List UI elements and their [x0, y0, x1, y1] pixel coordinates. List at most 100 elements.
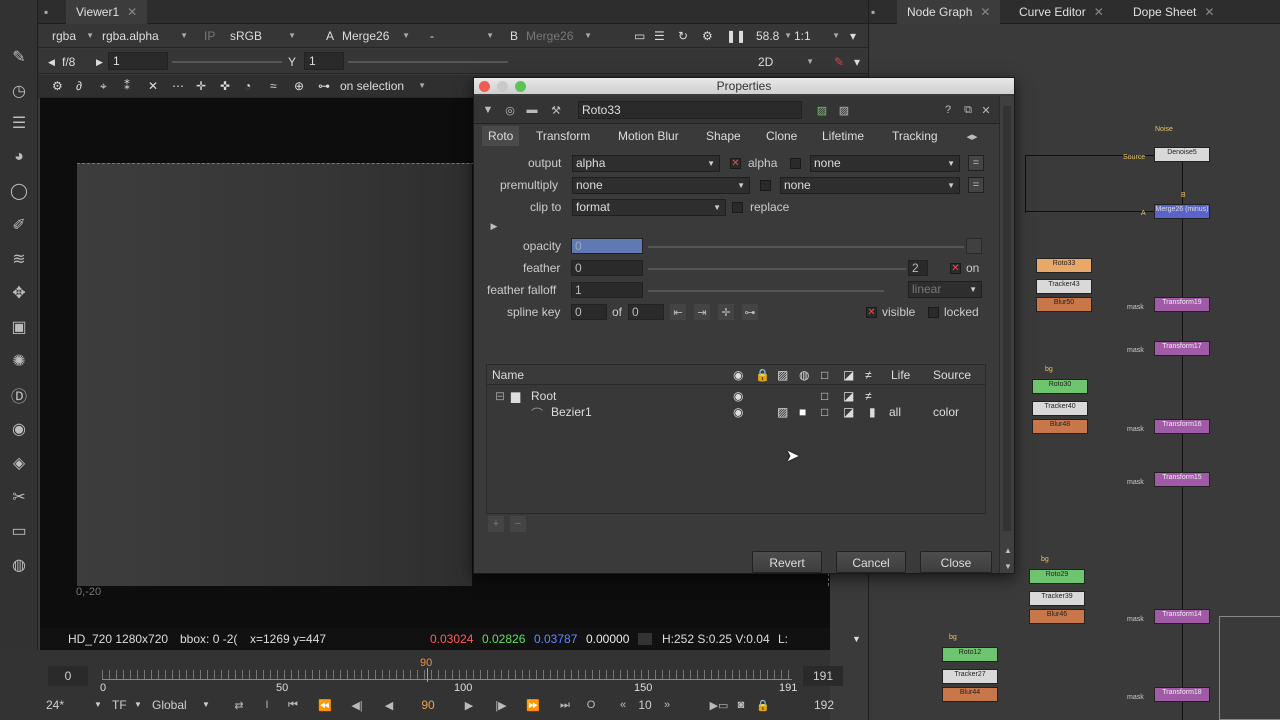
- smooth-icon[interactable]: ⋯: [172, 76, 188, 96]
- node-graph-minimap[interactable]: [1219, 616, 1280, 720]
- invert-icon[interactable]: ▨: [836, 102, 852, 118]
- opacity-field[interactable]: 0: [571, 238, 643, 254]
- overlay-icon[interactable]: □: [821, 389, 828, 403]
- views-icon[interactable]: ◉: [6, 416, 32, 442]
- node-transform16[interactable]: Transform16: [1154, 419, 1210, 434]
- out-point[interactable]: 191: [803, 666, 843, 686]
- remove-point-icon[interactable]: ✜: [220, 76, 236, 96]
- node-tracker39[interactable]: Tracker39: [1029, 591, 1085, 606]
- motionblur-icon[interactable]: ▮: [869, 405, 876, 419]
- paint-brush-icon[interactable]: ✎: [834, 52, 848, 72]
- color-swatch-icon[interactable]: ■: [799, 405, 806, 419]
- toolsets-icon[interactable]: ✂: [6, 484, 32, 510]
- global-dropdown[interactable]: Global ▼: [152, 695, 212, 715]
- close-panel-icon[interactable]: ✕: [978, 102, 994, 118]
- feather-slider[interactable]: [648, 268, 906, 270]
- gain-input[interactable]: 1: [108, 52, 168, 70]
- list-item-bezier1[interactable]: ⌒ Bezier1 ◉ ▨ ■ □ ◪ ▮ all color: [487, 405, 985, 421]
- node-transform15[interactable]: Transform15: [1154, 472, 1210, 487]
- opacity-slider[interactable]: [648, 246, 964, 248]
- metadata-icon[interactable]: ◈: [6, 450, 32, 476]
- zoom-dropdown[interactable]: 1:1 ▼: [794, 26, 844, 46]
- clip-to-dropdown[interactable]: format ▼: [572, 199, 726, 216]
- center-icon[interactable]: ◎: [502, 102, 518, 118]
- cusp-icon[interactable]: ✕: [148, 76, 164, 96]
- clock-icon[interactable]: ◷: [6, 78, 32, 104]
- alpha-dropdown[interactable]: rgba.alpha ▼: [102, 26, 192, 46]
- node-transform18[interactable]: Transform18: [1154, 687, 1210, 702]
- play-forward-icon[interactable]: ▶: [458, 695, 480, 715]
- next-key-icon[interactable]: ⏩: [522, 695, 544, 715]
- visible-icon[interactable]: ◉: [733, 405, 743, 419]
- node-transform19[interactable]: Transform19: [1154, 297, 1210, 312]
- tf-dropdown[interactable]: TF ▼: [112, 695, 146, 715]
- gamma-input[interactable]: 1: [304, 52, 344, 70]
- b-input-dropdown[interactable]: Merge26 ▼: [526, 26, 596, 46]
- close-icon[interactable]: ✕: [1094, 5, 1104, 19]
- 3d-icon[interactable]: ▣: [6, 314, 32, 340]
- end-frame-field[interactable]: 192: [804, 695, 844, 715]
- node-transform14[interactable]: Transform14: [1154, 609, 1210, 624]
- collapse-icon[interactable]: ▼: [480, 102, 496, 118]
- window-titlebar[interactable]: Properties: [474, 78, 1014, 94]
- close-window-icon[interactable]: [479, 81, 490, 92]
- falloff-mode-dropdown[interactable]: linear ▼: [908, 281, 982, 298]
- viewer-options-icon[interactable]: ▾: [854, 52, 866, 72]
- color-icon[interactable]: ▨: [814, 102, 830, 118]
- list-item-root[interactable]: ⊟ ▆ Root ◉ □ ◪ ≠: [487, 389, 985, 405]
- tab-motion-blur[interactable]: Motion Blur: [612, 126, 685, 146]
- add-key-icon[interactable]: ✛: [718, 304, 734, 320]
- node-name-field[interactable]: Roto33: [578, 101, 802, 119]
- play-backward-icon[interactable]: ◀: [378, 695, 400, 715]
- lock-icon[interactable]: ⌖: [100, 76, 116, 96]
- node-roto12[interactable]: Roto12: [942, 647, 998, 662]
- output-channel-dropdown[interactable]: none ▼: [810, 155, 960, 172]
- visible-icon[interactable]: ◉: [733, 389, 743, 403]
- next-frame-icon[interactable]: |▶: [490, 695, 512, 715]
- node-blur44[interactable]: Blur44: [942, 687, 998, 702]
- premultiply-dropdown[interactable]: none ▼: [572, 177, 750, 194]
- keyer-icon[interactable]: ✐: [6, 212, 32, 238]
- prev-fstop-icon[interactable]: ◀: [48, 52, 58, 72]
- fps-dropdown[interactable]: 24* ▼: [46, 695, 106, 715]
- float-icon[interactable]: ⧉: [960, 102, 976, 118]
- step-forward-icon[interactable]: »: [656, 695, 678, 715]
- gamma-slider[interactable]: [348, 61, 508, 63]
- close-icon[interactable]: ✕: [1204, 5, 1214, 19]
- vertical-scrollbar[interactable]: ▲ ▼: [999, 96, 1014, 573]
- close-icon[interactable]: ✕: [980, 5, 990, 19]
- tab-roto[interactable]: Roto: [482, 126, 520, 146]
- opacity-anim-icon[interactable]: [966, 238, 982, 254]
- visible-checkbox[interactable]: ✕: [866, 307, 877, 318]
- delete-key-icon[interactable]: ⊶: [742, 304, 758, 320]
- next-key-icon[interactable]: ⇥: [694, 304, 710, 320]
- invert-icon[interactable]: ▨: [777, 405, 788, 419]
- link-button-icon[interactable]: =: [968, 177, 984, 193]
- lock-range-icon[interactable]: 🔒: [752, 695, 774, 715]
- node-blur48[interactable]: Blur48: [1032, 419, 1088, 434]
- close-icon[interactable]: ✕: [127, 5, 137, 19]
- premult-channel-dropdown[interactable]: none ▼: [780, 177, 960, 194]
- in-point[interactable]: 0: [48, 666, 88, 686]
- node-blur46[interactable]: Blur46: [1029, 609, 1085, 624]
- panel-menu-icon[interactable]: ▪: [44, 0, 60, 24]
- record-icon[interactable]: ◙: [730, 695, 752, 715]
- collapse-tree-icon[interactable]: ⊟: [495, 389, 505, 403]
- flipbook-icon[interactable]: ▶▭: [708, 695, 730, 715]
- feather-field[interactable]: 0: [571, 260, 643, 276]
- add-shape-icon[interactable]: +: [488, 516, 504, 532]
- refresh-icon[interactable]: ↻: [678, 26, 694, 46]
- channel-checkbox[interactable]: [790, 158, 801, 169]
- gain-display[interactable]: 58.8 ▼: [756, 26, 796, 46]
- feather-falloff-field[interactable]: 1: [571, 282, 643, 298]
- on-selection-dropdown[interactable]: on selection ▼: [340, 76, 430, 96]
- node-tracker40[interactable]: Tracker40: [1032, 401, 1088, 416]
- colorspace-dropdown[interactable]: sRGB ▼: [230, 26, 300, 46]
- blend-icon[interactable]: ◪: [843, 405, 854, 419]
- prev-key-icon[interactable]: ⏪: [314, 695, 336, 715]
- color-icon[interactable]: ◕: [6, 144, 32, 170]
- revert-button[interactable]: Revert: [752, 551, 822, 573]
- tab-scroll-icon[interactable]: ◂▸: [964, 128, 980, 144]
- frame-field[interactable]: 90: [408, 695, 448, 715]
- list-icon[interactable]: ☰: [654, 26, 670, 46]
